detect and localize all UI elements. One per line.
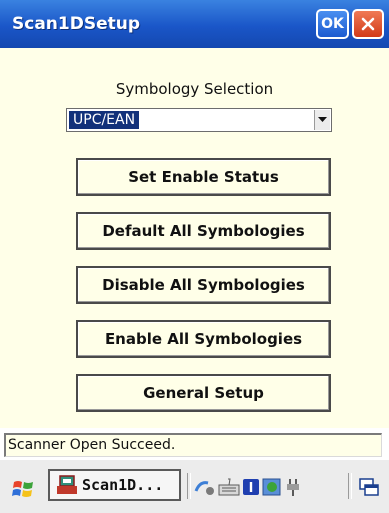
task-scan1d-button[interactable]: Scan1D...: [48, 469, 181, 501]
keyboard-icon[interactable]: [218, 477, 240, 501]
taskbar: Scan1D...: [0, 459, 389, 513]
symbology-selected-value: UPC/EAN: [69, 111, 140, 129]
symbology-dropdown[interactable]: UPC/EAN: [66, 108, 332, 132]
bluetooth-icon[interactable]: [242, 477, 260, 501]
symbology-selection-label: Symbology Selection: [115, 80, 274, 98]
taskbar-separator: [348, 473, 352, 499]
status-bar: Scanner Open Succeed.: [4, 433, 382, 457]
enable-all-symbologies-button[interactable]: Enable All Symbologies: [76, 320, 331, 358]
dropdown-arrow-button[interactable]: [314, 110, 330, 130]
title-bar: Scan1DSetup OK: [0, 0, 389, 48]
scanner-app-icon: [57, 475, 77, 494]
desktop-icon[interactable]: [358, 477, 380, 501]
window-title: Scan1DSetup: [12, 14, 141, 34]
chevron-down-icon: [318, 117, 327, 122]
default-all-symbologies-button[interactable]: Default All Symbologies: [76, 212, 331, 250]
taskbar-separator: [187, 473, 191, 499]
power-plug-icon[interactable]: [284, 477, 304, 501]
close-button[interactable]: [352, 9, 384, 39]
task-label: Scan1D...: [82, 476, 164, 494]
ok-button[interactable]: OK: [316, 9, 349, 39]
general-setup-button[interactable]: General Setup: [76, 374, 331, 412]
globe-icon[interactable]: [262, 477, 282, 501]
network-icon[interactable]: [194, 477, 216, 501]
close-icon: [361, 17, 375, 31]
disable-all-symbologies-button[interactable]: Disable All Symbologies: [76, 266, 331, 304]
set-enable-status-button[interactable]: Set Enable Status: [76, 158, 331, 196]
windows-flag-icon[interactable]: [12, 479, 36, 503]
